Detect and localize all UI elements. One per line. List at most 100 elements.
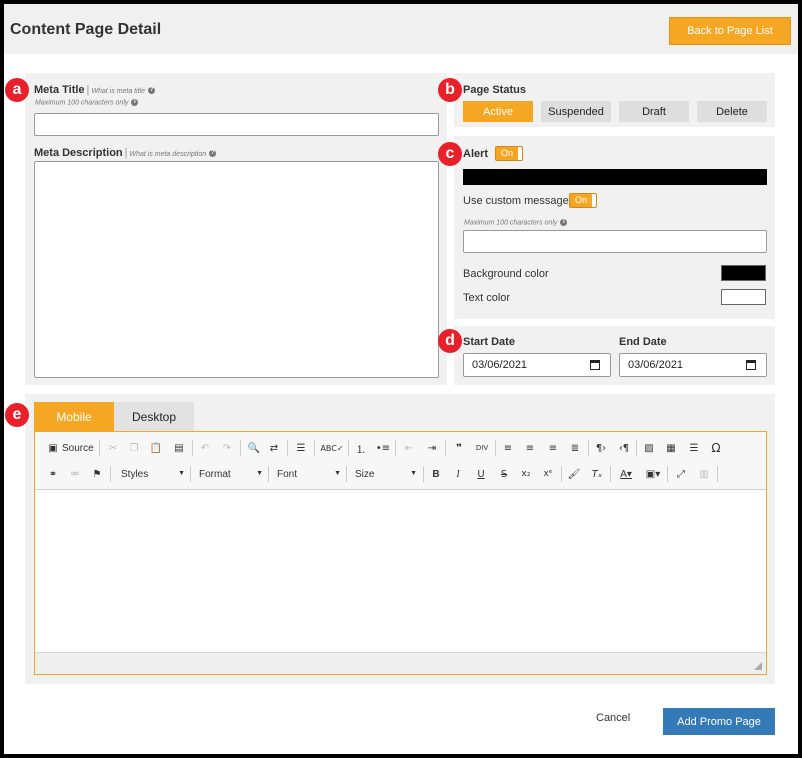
underline-icon[interactable]: U [473,466,489,482]
meta-title-hint: What is meta title [91,88,146,95]
tab-desktop[interactable]: Desktop [114,402,194,431]
custom-message-limit-text: Maximum 100 characters only [464,219,558,227]
bulleted-list-icon[interactable]: •≡ [375,440,391,456]
styles-dropdown[interactable]: Styles ▼ [121,466,187,482]
toolbar-separator [423,466,424,482]
subscript-icon[interactable]: x₂ [518,466,534,482]
align-left-icon[interactable]: ≡ [500,440,516,456]
resize-handle-icon[interactable] [754,662,762,670]
show-blocks-icon[interactable]: ▥ [696,466,712,482]
table-icon[interactable]: ▦ [663,440,679,456]
start-date-value: 03/06/2021 [472,359,528,371]
link-icon[interactable]: ⚭ [45,466,61,482]
anchor-flag-icon[interactable]: ⚑ [89,466,105,482]
text-color-label: Text color [463,292,511,304]
custom-message-toggle[interactable]: On [569,193,597,208]
cancel-button[interactable]: Cancel [596,712,630,724]
end-date-input[interactable]: 03/06/2021 [619,353,767,377]
align-center-icon[interactable]: ≡ [522,440,538,456]
start-date-label: Start Date [463,336,515,348]
toolbar-separator [588,440,589,456]
toolbar-separator [445,440,446,456]
numbered-list-icon[interactable]: ⒈ [353,440,369,456]
chevron-down-icon: ▼ [334,470,341,477]
status-suspended-button[interactable]: Suspended [541,101,611,122]
alert-toggle[interactable]: On [495,146,523,161]
rtl-icon[interactable]: ‹¶ [616,440,632,456]
meta-description-textarea[interactable] [34,161,439,378]
toolbar-separator [240,440,241,456]
toolbar-separator [190,466,191,482]
start-date-input[interactable]: 03/06/2021 [463,353,611,377]
image-icon[interactable]: ▨ [641,440,657,456]
horizontal-rule-icon[interactable]: ☰ [686,440,702,456]
redo-icon[interactable]: ↷ [219,440,235,456]
text-color-icon[interactable]: A▾ [616,466,636,482]
select-all-icon[interactable]: ☰ [293,440,309,456]
add-promo-page-button[interactable]: Add Promo Page [663,708,775,735]
special-char-icon[interactable]: Ω [708,440,724,456]
bold-icon[interactable]: B [428,466,444,482]
remove-format-icon[interactable]: Tₓ [589,466,605,482]
undo-icon[interactable]: ↶ [197,440,213,456]
paste-text-icon[interactable]: ▤ [171,440,187,456]
chevron-down-icon: ▼ [410,470,417,477]
alert-label: Alert [463,148,489,160]
justify-icon[interactable]: ≣ [567,440,583,456]
meta-title-input[interactable] [34,113,439,136]
format-dropdown[interactable]: Format ▼ [199,466,265,482]
outdent-icon[interactable]: ⇤ [401,440,417,456]
cut-icon[interactable]: ✂ [105,440,121,456]
find-icon[interactable]: 🔍 [246,440,262,456]
status-draft-button[interactable]: Draft [619,101,689,122]
italic-icon[interactable]: I [450,466,466,482]
marker-e: e [5,403,29,427]
toolbar-separator [667,466,668,482]
custom-message-input[interactable] [463,230,767,253]
marker-b: b [438,78,462,102]
info-icon: i [131,99,139,106]
indent-icon[interactable]: ⇥ [424,440,440,456]
copy-format-icon[interactable]: 🖌 [566,466,582,482]
toolbar-separator [346,466,347,482]
replace-icon[interactable]: ⇄ [266,440,282,456]
custom-message-toggle-state: On [570,194,592,207]
maximize-icon[interactable]: ⤢ [673,466,689,482]
content-page-detail-window: Content Page Detail Back to Page List Me… [4,4,798,754]
meta-title-limit-text: Maximum 100 characters only [35,99,129,107]
calendar-icon[interactable] [746,360,756,370]
blockquote-icon[interactable]: ❞ [451,440,467,456]
calendar-icon[interactable] [590,360,600,370]
ltr-icon[interactable]: ¶› [593,440,609,456]
strikethrough-icon[interactable]: S [496,466,512,482]
editor-content-area[interactable] [35,490,766,652]
source-icon[interactable]: ▣ [45,440,61,456]
background-color-label: Background color [463,268,549,280]
unlink-icon[interactable]: ⚮ [67,466,83,482]
paste-icon[interactable]: 📋 [148,440,164,456]
background-color-icon[interactable]: ▣▾ [643,466,663,482]
chevron-down-icon: ▼ [256,470,263,477]
toolbar-separator [495,440,496,456]
end-date-label: End Date [619,336,667,348]
size-dropdown-label: Size [355,468,375,480]
div-container-icon[interactable]: DIV [474,440,490,456]
source-button[interactable]: Source [62,440,94,456]
copy-icon[interactable]: ❐ [126,440,142,456]
chevron-down-icon: ▼ [178,470,185,477]
back-to-page-list-button[interactable]: Back to Page List [669,17,791,45]
spellcheck-icon[interactable]: ABC✓ [320,440,343,456]
superscript-icon[interactable]: xᵉ [540,466,556,482]
align-right-icon[interactable]: ≡ [545,440,561,456]
meta-title-label: Meta Title | What is meta title? [34,84,156,96]
tab-mobile[interactable]: Mobile [34,402,114,431]
size-dropdown[interactable]: Size ▼ [355,466,419,482]
toolbar-separator [314,440,315,456]
status-active-button[interactable]: Active [463,101,533,122]
status-delete-button[interactable]: Delete [697,101,767,122]
text-color-swatch[interactable] [721,289,766,305]
background-color-swatch[interactable] [721,265,766,281]
custom-message-limit: Maximum 100 characters only i [464,219,568,227]
font-dropdown[interactable]: Font ▼ [277,466,343,482]
info-icon: ? [148,86,156,94]
